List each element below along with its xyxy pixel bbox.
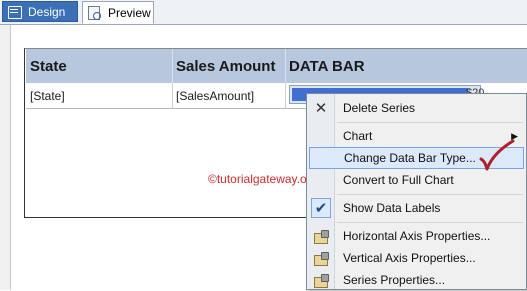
view-tab-bar: Design Preview (0, 0, 527, 25)
menu-item-delete-series[interactable]: ✕ Delete Series (309, 97, 524, 119)
header-row: State Sales Amount DATA BAR (26, 49, 527, 83)
cell-divider (285, 83, 286, 108)
cell-sales-amount[interactable]: [SalesAmount] (172, 83, 285, 108)
menu-item-label: Series Properties... (343, 273, 446, 287)
menu-item-label: Delete Series (343, 101, 416, 115)
menu-separator (337, 194, 523, 195)
menu-item-label: Vertical Axis Properties... (343, 251, 476, 265)
menu-item-series-properties[interactable]: Series Properties... (309, 269, 524, 291)
header-sales-amount[interactable]: Sales Amount (172, 49, 285, 83)
menu-item-label: Horizontal Axis Properties... (343, 229, 491, 243)
context-menu: ✕ Delete Series Chart ▶ Change Data Bar … (306, 93, 527, 290)
delete-icon: ✕ (314, 100, 328, 117)
properties-icon (311, 248, 331, 268)
properties-icon (311, 270, 331, 290)
tab-preview-label: Preview (108, 5, 151, 20)
menu-item-label: Change Data Bar Type... (344, 151, 476, 165)
menu-item-horizontal-axis-properties[interactable]: Horizontal Axis Properties... (309, 225, 524, 247)
properties-icon (311, 226, 331, 246)
ruler-strip (0, 25, 11, 290)
tab-preview[interactable]: Preview (82, 1, 154, 24)
cell-state[interactable]: [State] (26, 83, 172, 108)
checkmark-icon: ✔ (311, 198, 331, 218)
menu-item-label: Show Data Labels (343, 201, 441, 215)
design-icon (7, 5, 23, 19)
menu-item-label: Convert to Full Chart (343, 173, 454, 187)
header-data-bar[interactable]: DATA BAR (285, 49, 527, 83)
watermark-text: ©tutorialgateway.org (208, 172, 318, 186)
menu-separator (337, 222, 523, 223)
tab-design[interactable]: Design (2, 1, 78, 22)
menu-item-label: Chart (343, 129, 373, 143)
menu-item-vertical-axis-properties[interactable]: Vertical Axis Properties... (309, 247, 524, 269)
menu-separator (337, 122, 523, 123)
header-state[interactable]: State (26, 49, 172, 83)
preview-icon (87, 5, 103, 20)
annotation-checkmark-icon (479, 139, 515, 171)
menu-item-show-data-labels[interactable]: ✔ Show Data Labels (309, 197, 524, 219)
tab-design-label: Design (28, 4, 66, 19)
